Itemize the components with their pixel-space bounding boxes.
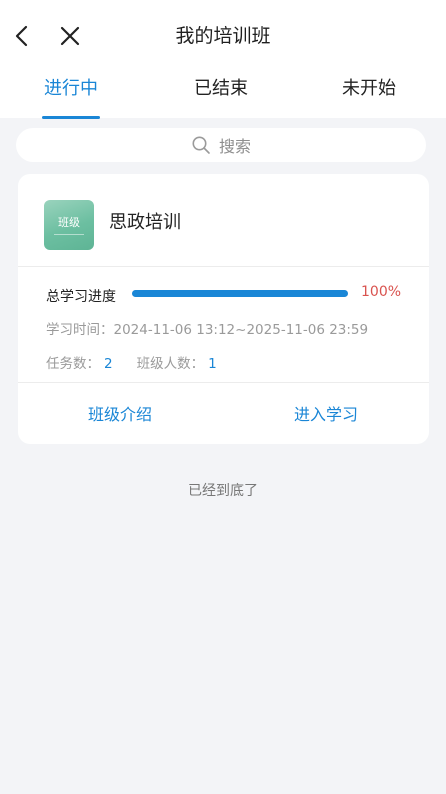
- thumbnail-decoration: [54, 234, 84, 235]
- header: 我的培训班 进行中 已结束 未开始: [0, 0, 446, 119]
- progress-percent: 100%: [361, 284, 402, 300]
- tab-finished[interactable]: 已结束: [180, 72, 262, 118]
- tab-not-started[interactable]: 未开始: [328, 72, 410, 118]
- divider: [18, 266, 429, 267]
- active-tab-indicator: [42, 116, 100, 119]
- course-stats: 任务数： 2 班级人数： 1: [46, 352, 217, 372]
- progress-fill: [132, 290, 348, 297]
- end-of-list-text: 已经到底了: [188, 483, 258, 499]
- tab-bar: 进行中 已结束 未开始: [0, 72, 446, 118]
- back-button[interactable]: [8, 22, 36, 50]
- search-icon: [192, 136, 210, 154]
- chevron-left-icon: [15, 25, 28, 47]
- close-icon: [60, 26, 80, 46]
- search-placeholder: 搜索: [218, 137, 251, 156]
- enter-study-button[interactable]: 进入学习: [258, 400, 394, 430]
- thumbnail-label: 班级: [58, 216, 80, 229]
- task-count-value: 2: [104, 356, 113, 372]
- course-thumbnail: 班级: [44, 200, 94, 250]
- search-input[interactable]: 搜索: [16, 128, 426, 162]
- task-count-label: 任务数：: [46, 356, 100, 372]
- course-card[interactable]: 班级 思政培训 总学习进度 100% 学习时间：2024-11-06 13:12…: [18, 174, 429, 444]
- member-count-label: 班级人数：: [136, 356, 205, 372]
- divider: [18, 382, 429, 383]
- study-time: 学习时间：2024-11-06 13:12~2025-11-06 23:59: [46, 322, 369, 338]
- tab-in-progress[interactable]: 进行中: [30, 72, 112, 118]
- progress-bar: [132, 290, 348, 297]
- course-title: 思政培训: [109, 212, 181, 233]
- member-count-value: 1: [208, 356, 217, 372]
- close-button[interactable]: [56, 22, 84, 50]
- class-intro-button[interactable]: 班级介绍: [52, 400, 188, 430]
- progress-label: 总学习进度: [46, 289, 116, 305]
